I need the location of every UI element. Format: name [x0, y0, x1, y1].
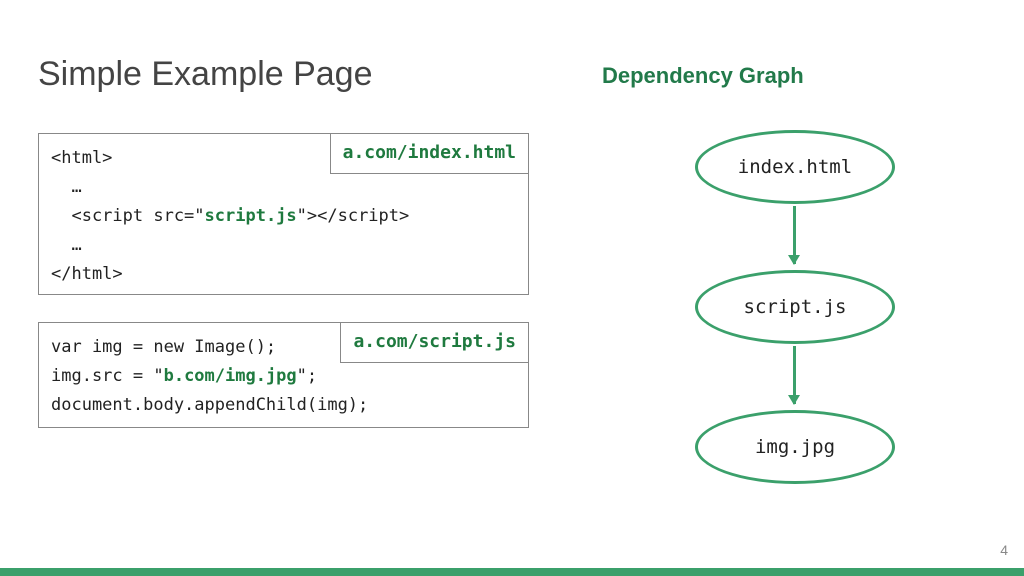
code-line: … [51, 231, 516, 260]
code-line: <script src="script.js"></script> [51, 202, 516, 231]
code-line: img.src = "b.com/img.jpg"; [51, 362, 516, 391]
code-line: document.body.appendChild(img); [51, 391, 516, 420]
code-line: </html> [51, 260, 516, 289]
graph-node-index: index.html [695, 130, 895, 204]
graph-title: Dependency Graph [602, 63, 804, 89]
slide-title: Simple Example Page [38, 55, 373, 94]
page-number: 4 [1000, 542, 1008, 558]
arrow-icon [793, 206, 796, 264]
arrow-icon [793, 346, 796, 404]
code-box-label: a.com/index.html [330, 133, 529, 174]
code-line: … [51, 173, 516, 202]
code-box-html: a.com/index.html <html> … <script src="s… [38, 133, 529, 295]
footer-accent-bar [0, 568, 1024, 576]
code-box-label: a.com/script.js [340, 322, 529, 363]
graph-node-img: img.jpg [695, 410, 895, 484]
graph-node-script: script.js [695, 270, 895, 344]
code-box-js: a.com/script.js var img = new Image(); i… [38, 322, 529, 428]
dependency-graph: index.html script.js img.jpg [665, 130, 925, 530]
